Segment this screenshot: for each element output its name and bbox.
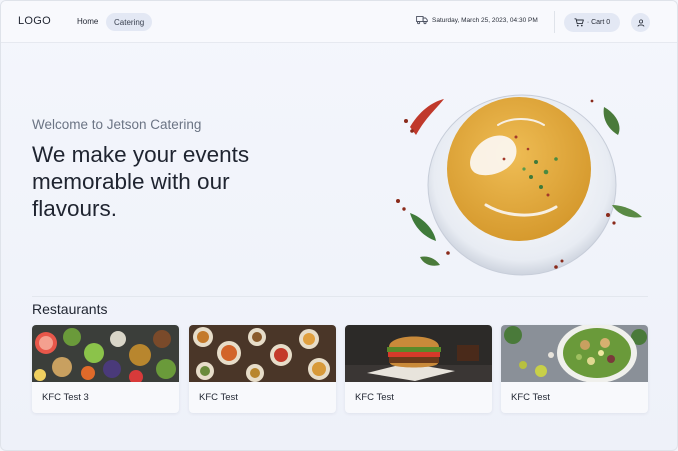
cart-label: · Cart 0 [586, 19, 611, 26]
top-header: LOGO Home Catering Saturday, March 25, 2… [1, 1, 677, 43]
truck-icon [416, 16, 428, 25]
soup-bowl-image [396, 94, 642, 276]
restaurant-name: KFC Test [199, 392, 238, 403]
cart-icon [574, 18, 584, 27]
restaurant-name: KFC Test 3 [42, 392, 89, 403]
restaurant-card[interactable]: KFC Test [501, 325, 648, 413]
restaurant-card[interactable]: KFC Test [189, 325, 336, 413]
restaurant-thumbnail [501, 325, 648, 382]
user-profile-button[interactable] [631, 13, 650, 32]
nav-home-link[interactable]: Home [77, 17, 98, 26]
restaurant-card[interactable]: KFC Test 3 [32, 325, 179, 413]
section-divider [32, 296, 648, 297]
restaurant-thumbnail [189, 325, 336, 382]
restaurant-thumbnail [32, 325, 179, 382]
restaurant-card[interactable]: KFC Test [345, 325, 492, 413]
logo[interactable]: LOGO [18, 15, 51, 27]
nav-catering-label: Catering [114, 17, 145, 27]
hero-title: We make your events memorable with our f… [32, 142, 250, 221]
cart-button[interactable]: · Cart 0 [564, 13, 620, 32]
catering-home-page: LOGO Home Catering Saturday, March 25, 2… [0, 0, 678, 451]
user-icon [637, 18, 644, 27]
hero-subtitle: Welcome to Jetson Catering [32, 117, 202, 132]
restaurant-name: KFC Test [355, 392, 394, 403]
datetime-text: Saturday, March 25, 2023, 04:30 PM [432, 16, 538, 24]
restaurant-thumbnail [345, 325, 492, 382]
datetime-display: Saturday, March 25, 2023, 04:30 PM [416, 15, 538, 25]
restaurants-heading: Restaurants [32, 301, 108, 317]
header-divider [554, 11, 555, 33]
nav-catering-tab[interactable]: Catering [106, 13, 153, 31]
restaurant-name: KFC Test [511, 392, 550, 403]
